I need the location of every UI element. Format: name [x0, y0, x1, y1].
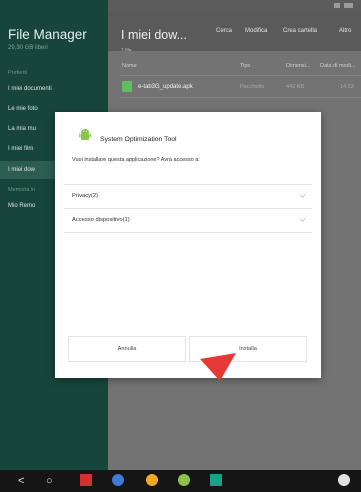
column-name[interactable]: Nome	[122, 63, 137, 69]
screen: File Manager 29,30 GB liberi Preferiti I…	[0, 0, 361, 470]
battery-icon	[344, 3, 353, 8]
column-size[interactable]: Dimensi...	[286, 63, 310, 69]
main-header: I miei dow... 1 file Cerca Modifica Crea…	[108, 11, 361, 54]
row-divider	[120, 97, 361, 98]
navigation-bar: < ○	[0, 470, 361, 492]
back-button[interactable]: <	[18, 474, 24, 488]
file-type: Pacchetto	[240, 84, 265, 90]
new-folder-button[interactable]: Crea cartella	[283, 28, 317, 34]
settings-icon[interactable]	[338, 474, 350, 486]
chevron-down-icon	[299, 194, 306, 198]
browser-icon[interactable]	[112, 474, 124, 486]
memory-label: Memoria in	[8, 187, 36, 193]
favorites-label: Preferiti	[8, 70, 27, 76]
cancel-button[interactable]: Annulla	[68, 336, 186, 362]
office-app-icon[interactable]	[80, 474, 92, 486]
permission-label: Accesso dispositivo(1)	[72, 217, 130, 223]
permission-label: Privacy(2)	[72, 193, 99, 199]
dialog-question: Vuoi installare questa applicazione? Avr…	[72, 157, 200, 163]
folder-title: I miei dow...	[121, 28, 187, 42]
storage-free: 29,30 GB liberi	[8, 45, 48, 51]
permission-privacy[interactable]: Privacy(2)	[64, 185, 312, 208]
search-button[interactable]: Cerca	[216, 28, 232, 34]
red-arrow-pointer	[200, 353, 236, 381]
file-manager-icon[interactable]	[210, 474, 222, 486]
android-robot-icon	[79, 129, 91, 140]
dialog-divider	[64, 232, 312, 233]
file-name[interactable]: e-tab3G_update.apk	[138, 84, 193, 90]
install-dialog: System Optimization Tool Vuoi installare…	[55, 112, 321, 378]
header-divider	[120, 75, 361, 76]
home-button[interactable]: ○	[46, 474, 53, 488]
status-bar	[108, 0, 361, 11]
sidebar-item-documents[interactable]: I miei documenti	[0, 80, 108, 98]
apk-file-icon	[122, 81, 132, 92]
file-size: 442 KB	[286, 84, 305, 90]
more-button[interactable]: Altro	[339, 28, 351, 34]
app-title: File Manager	[8, 27, 87, 42]
column-type[interactable]: Tipo	[240, 63, 251, 69]
edit-button[interactable]: Modifica	[245, 28, 267, 34]
permission-device-access[interactable]: Accesso dispositivo(1)	[64, 209, 312, 232]
download-app-icon[interactable]	[146, 474, 158, 486]
chevron-down-icon	[299, 218, 306, 222]
file-date: 14:53	[340, 84, 354, 90]
column-date[interactable]: Data di modi...	[320, 63, 355, 69]
wifi-icon	[334, 3, 340, 8]
search-app-icon[interactable]	[178, 474, 190, 486]
dialog-app-name: System Optimization Tool	[100, 136, 177, 143]
